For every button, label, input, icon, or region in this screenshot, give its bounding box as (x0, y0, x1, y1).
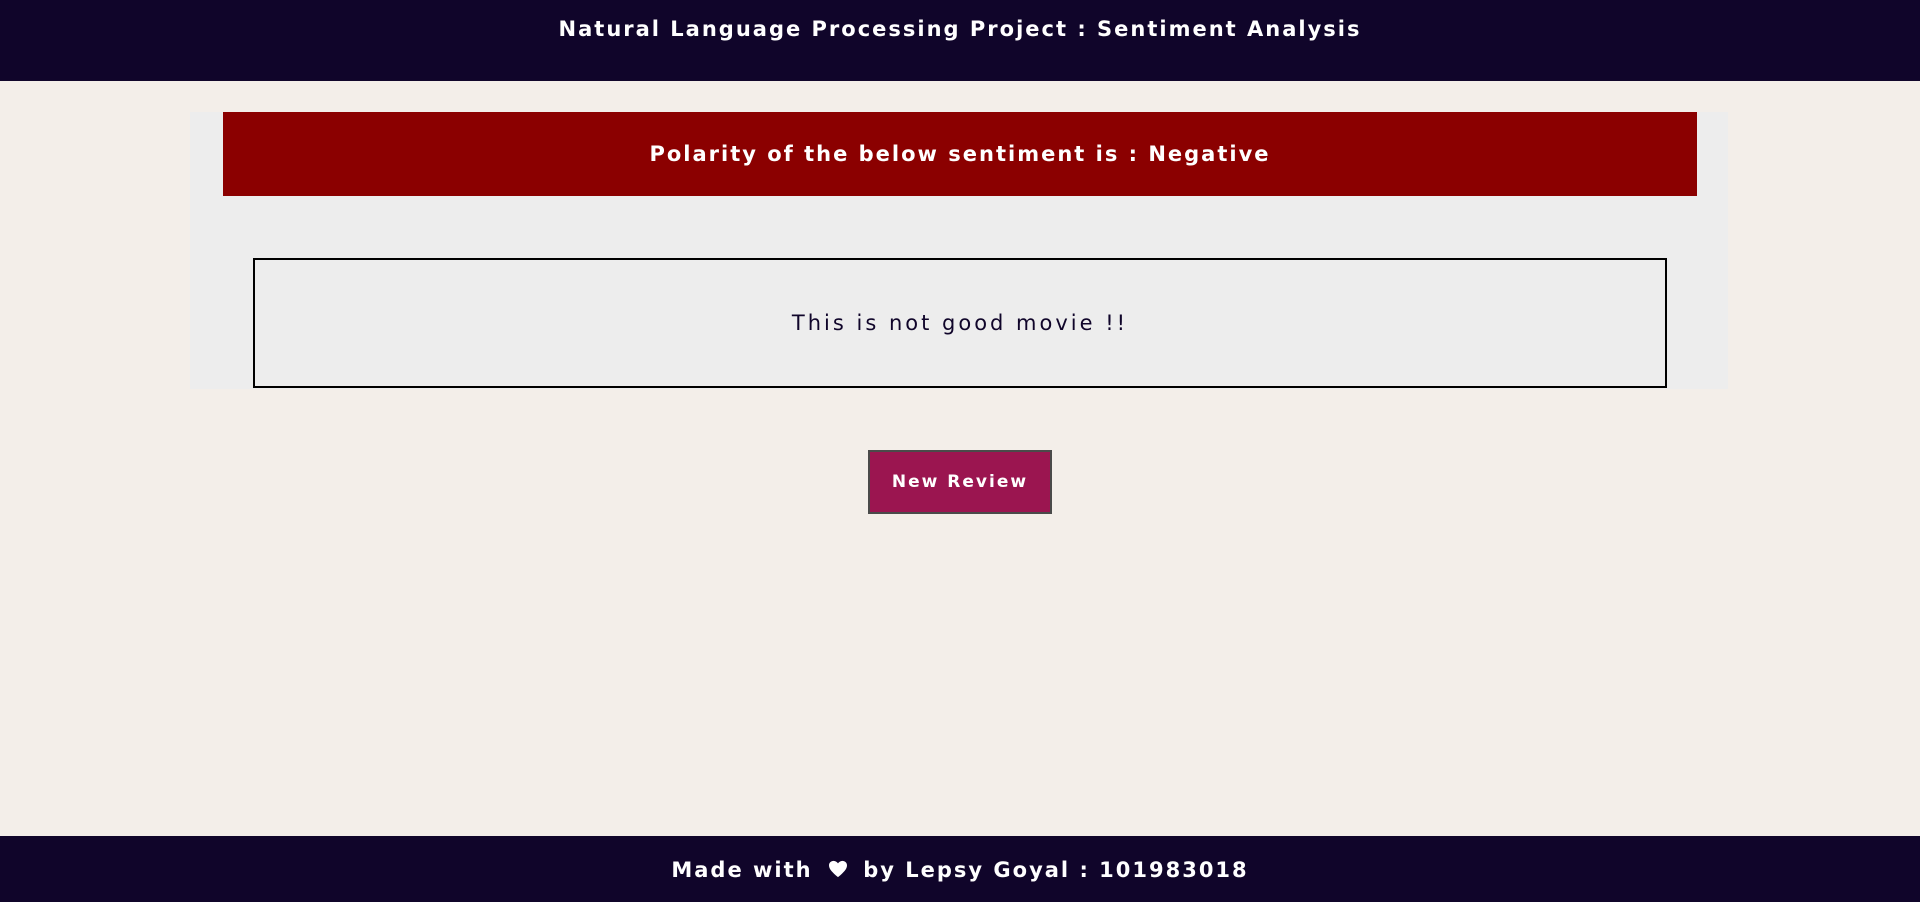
review-text-box: This is not good movie !! (253, 258, 1667, 388)
heart-icon (828, 859, 848, 883)
review-text: This is not good movie !! (791, 311, 1129, 335)
polarity-text: Polarity of the below sentiment is : Neg… (649, 142, 1271, 166)
footer-suffix: by Lepsy Goyal : 101983018 (863, 858, 1249, 882)
page-title: Natural Language Processing Project : Se… (558, 17, 1362, 41)
new-review-button[interactable]: New Review (868, 450, 1052, 514)
footer-prefix: Made with (671, 858, 813, 882)
page-header: Natural Language Processing Project : Se… (0, 0, 1920, 81)
page-footer: Made with by Lepsy Goyal : 101983018 (0, 836, 1920, 902)
polarity-banner: Polarity of the below sentiment is : Neg… (223, 112, 1697, 196)
result-card: Polarity of the below sentiment is : Neg… (190, 112, 1728, 389)
